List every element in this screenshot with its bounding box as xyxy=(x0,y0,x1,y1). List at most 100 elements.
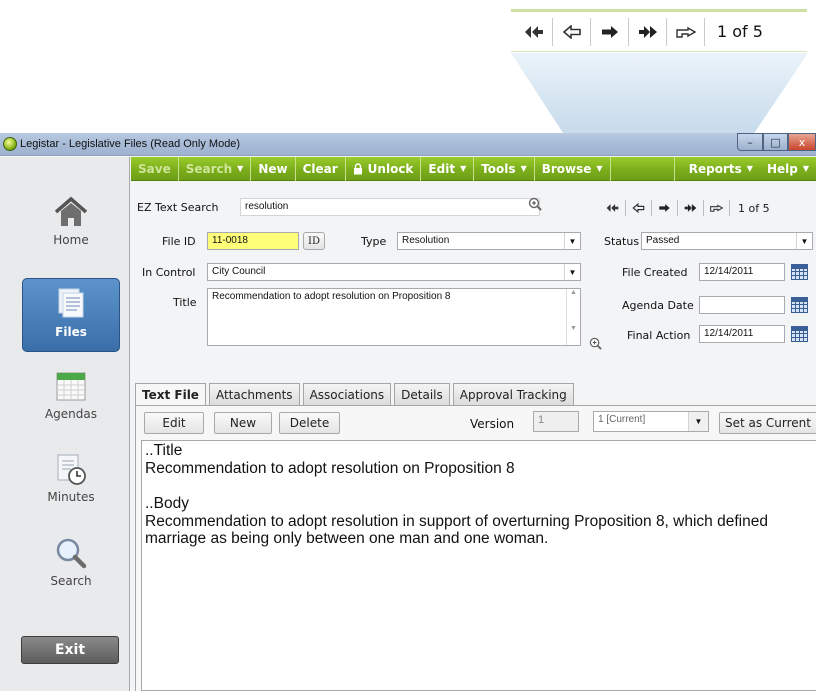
edit-label: Edit xyxy=(428,161,456,176)
clear-menu[interactable]: Clear xyxy=(296,156,346,181)
minimize-button[interactable]: – xyxy=(737,133,763,151)
record-navigator: 1 of 5 xyxy=(600,199,770,217)
body-text: Recommendation to adopt resolution in su… xyxy=(145,512,768,548)
new-menu[interactable]: New xyxy=(251,156,296,181)
title-label: Title xyxy=(173,296,197,309)
save-menu[interactable]: Save xyxy=(131,156,179,181)
chevron-down-icon[interactable]: ▼ xyxy=(688,412,708,431)
first-record-icon[interactable] xyxy=(600,200,626,216)
title-body: Recommendation to adopt resolution on Pr… xyxy=(145,459,515,477)
home-icon xyxy=(51,195,91,229)
help-label: Help xyxy=(766,161,798,176)
calendar-icon xyxy=(51,369,91,403)
edit-button[interactable]: Edit xyxy=(144,412,204,434)
version-field: 1 xyxy=(533,411,579,432)
set-as-current-button[interactable]: Set as Current xyxy=(719,412,816,434)
tools-menu[interactable]: Tools ▼ xyxy=(474,156,535,181)
toolbar-spacer xyxy=(611,156,675,181)
tab-strip: Text File Attachments Associations Detai… xyxy=(135,383,577,406)
unlock-menu[interactable]: Unlock xyxy=(346,156,422,181)
title-scrollbar[interactable]: ▲ ▼ xyxy=(566,289,580,345)
in-control-select[interactable]: City Council ▼ xyxy=(207,263,581,281)
go-to-record-icon[interactable] xyxy=(667,17,705,46)
file-created-field[interactable]: 12/14/2011 xyxy=(699,263,785,281)
file-id-field[interactable]: 11-0018 xyxy=(207,232,299,250)
go-to-record-icon[interactable] xyxy=(704,200,730,216)
version-label: Version xyxy=(470,417,515,431)
main-panel: Save Search ▼ New Clear Unlock Edit ▼ Tool… xyxy=(131,156,816,691)
final-action-field[interactable]: 12/14/2011 xyxy=(699,325,785,343)
text-file-content[interactable]: ..Title Recommendation to adopt resoluti… xyxy=(141,440,816,691)
chevron-down-icon[interactable]: ▼ xyxy=(564,264,580,280)
tab-details[interactable]: Details xyxy=(394,383,450,405)
title-textarea[interactable]: Recommendation to adopt resolution on Pr… xyxy=(207,288,581,346)
sidebar-item-label: Search xyxy=(50,574,92,588)
toolbar: Save Search ▼ New Clear Unlock Edit ▼ Tool… xyxy=(131,156,816,181)
sidebar-item-files[interactable]: Files xyxy=(22,278,120,352)
chevron-down-icon: ▼ xyxy=(520,164,527,173)
status-select[interactable]: Passed ▼ xyxy=(641,232,813,250)
calendar-picker-icon[interactable] xyxy=(791,264,808,280)
title-bar[interactable]: Legistar - Legislative Files (Read Only … xyxy=(0,133,816,156)
help-menu[interactable]: Help ▼ xyxy=(760,157,816,181)
browse-menu[interactable]: Browse ▼ xyxy=(535,156,611,181)
zoomed-record-navigator: 1 of 5 xyxy=(511,9,807,52)
version-select-value: 1 [Current] xyxy=(598,414,646,425)
reports-menu[interactable]: Reports ▼ xyxy=(675,157,760,181)
type-label: Type xyxy=(361,235,387,248)
minutes-icon xyxy=(51,452,91,486)
tab-attachments[interactable]: Attachments xyxy=(208,383,300,405)
next-record-icon[interactable] xyxy=(652,200,678,216)
chevron-down-icon[interactable]: ▼ xyxy=(564,233,580,249)
search-label: Search xyxy=(185,161,233,176)
lock-icon xyxy=(353,162,362,174)
reports-label: Reports xyxy=(688,161,742,176)
sidebar-item-search[interactable]: Search xyxy=(22,528,120,602)
last-record-icon[interactable] xyxy=(629,17,667,46)
clear-label: Clear xyxy=(302,161,338,176)
app-logo-icon xyxy=(3,137,17,151)
id-lookup-button[interactable]: ID xyxy=(303,232,325,250)
zoom-in-icon[interactable] xyxy=(528,197,542,211)
agenda-date-field[interactable] xyxy=(699,296,785,314)
tab-text-file[interactable]: Text File xyxy=(135,383,206,406)
sidebar-item-agendas[interactable]: Agendas xyxy=(22,361,120,435)
first-record-icon[interactable] xyxy=(515,17,553,46)
search-menu[interactable]: Search ▼ xyxy=(179,156,252,181)
chevron-down-icon: ▼ xyxy=(237,164,244,173)
previous-record-icon[interactable] xyxy=(626,200,652,216)
app-window: Legistar - Legislative Files (Read Only … xyxy=(0,133,816,691)
text-file-panel: Edit New Delete Version 1 1 [Current] ▼ … xyxy=(135,405,816,691)
tab-approval-tracking[interactable]: Approval Tracking xyxy=(452,383,574,405)
new-button[interactable]: New xyxy=(214,412,272,434)
calendar-picker-icon[interactable] xyxy=(791,297,808,313)
zoom-in-icon[interactable] xyxy=(589,337,602,350)
edit-menu[interactable]: Edit ▼ xyxy=(421,156,475,181)
pager-text: 1 of 5 xyxy=(738,201,770,215)
type-select[interactable]: Resolution ▼ xyxy=(397,232,581,250)
maximize-button[interactable]: □ xyxy=(763,133,788,151)
ez-search-input[interactable]: resolution xyxy=(240,198,540,216)
chevron-down-icon[interactable]: ▼ xyxy=(796,233,812,249)
exit-button[interactable]: Exit xyxy=(21,636,119,664)
previous-record-icon[interactable] xyxy=(553,17,591,46)
chevron-down-icon: ▼ xyxy=(802,164,809,173)
tab-associations[interactable]: Associations xyxy=(302,383,392,405)
title-value: Recommendation to adopt resolution on Pr… xyxy=(212,291,451,302)
sidebar-item-home[interactable]: Home xyxy=(22,187,120,261)
status-select-value: Passed xyxy=(646,235,680,246)
close-button[interactable]: x xyxy=(788,133,816,151)
version-select[interactable]: 1 [Current] ▼ xyxy=(593,411,709,432)
last-record-icon[interactable] xyxy=(678,200,704,216)
sidebar-item-minutes[interactable]: Minutes xyxy=(22,444,120,518)
next-record-icon[interactable] xyxy=(591,17,629,46)
sidebar: Home Files Agendas Minutes Search Exit xyxy=(0,157,130,691)
type-select-value: Resolution xyxy=(402,235,450,246)
body-heading: ..Body xyxy=(145,495,189,512)
window-title: Legistar - Legislative Files (Read Only … xyxy=(20,138,241,150)
calendar-picker-icon[interactable] xyxy=(791,326,808,342)
chevron-down-icon: ▼ xyxy=(746,164,753,173)
save-label: Save xyxy=(138,161,171,176)
delete-button[interactable]: Delete xyxy=(279,412,340,434)
sidebar-item-label: Agendas xyxy=(44,407,98,421)
